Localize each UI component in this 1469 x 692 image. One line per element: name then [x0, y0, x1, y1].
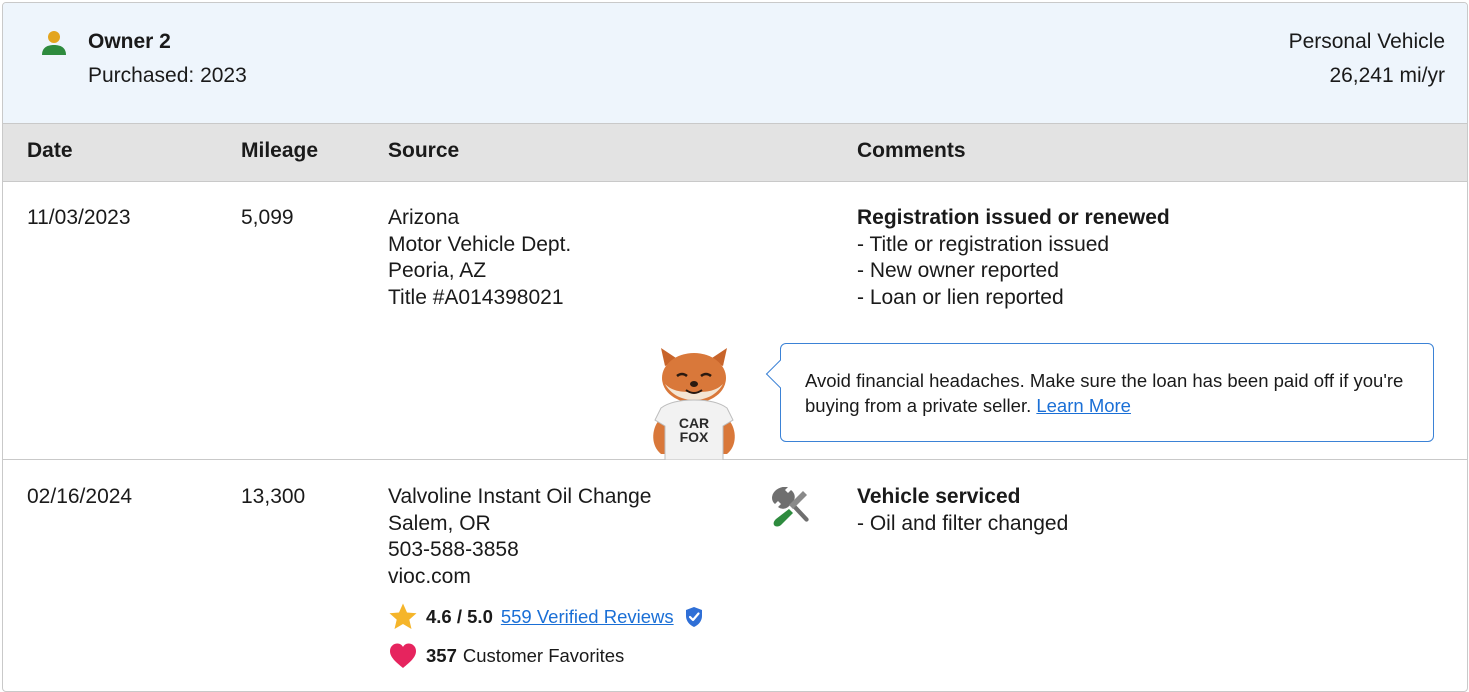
source-line: Motor Vehicle Dept. — [388, 232, 572, 256]
row-mileage: 5,099 — [241, 206, 294, 229]
callout-text: Avoid financial headaches. Make sure the… — [805, 368, 1415, 418]
column-header-source: Source — [388, 139, 460, 162]
owner-header: Owner 2 Purchased: 2023 Personal Vehicle… — [3, 3, 1467, 124]
source-line: 503-588-3858 — [388, 538, 519, 561]
column-header-mileage: Mileage — [241, 139, 319, 162]
source-line: Valvoline Instant Oil Change — [388, 485, 652, 508]
row-comments: Vehicle serviced - Oil and filter change… — [857, 484, 1068, 537]
owner-title: Owner 2 — [88, 30, 171, 53]
rating-row: 4.6 / 5.0 559 Verified Reviews — [388, 603, 704, 631]
favorites-label: Customer Favorites — [462, 645, 625, 666]
rating-value: 4.6 / 5.0 — [426, 606, 493, 627]
star-icon — [389, 603, 417, 629]
heart-icon — [390, 643, 416, 668]
comment-line: - New owner reported — [857, 259, 1059, 282]
favorites-count: 357 — [426, 645, 457, 666]
person-icon — [42, 31, 66, 55]
row-date: 02/16/2024 — [27, 485, 133, 508]
wrench-screwdriver-icon — [772, 487, 809, 527]
ownership-history-panel: Owner 2 Purchased: 2023 Personal Vehicle… — [2, 2, 1468, 692]
favorites-row: 357 Customer Favorites — [388, 642, 624, 670]
row-source: Arizona Motor Vehicle Dept. Peoria, AZ T… — [388, 205, 571, 311]
learn-more-link[interactable]: Learn More — [1036, 395, 1131, 416]
table-header: Date Mileage Source Comments — [3, 124, 1467, 182]
comment-title: Registration issued or renewed — [857, 206, 1170, 229]
column-header-date: Date — [27, 139, 73, 162]
verified-shield-icon — [685, 607, 702, 627]
comment-title: Vehicle serviced — [857, 485, 1021, 508]
vehicle-type: Personal Vehicle — [1288, 30, 1445, 53]
row-source: Valvoline Instant Oil Change Salem, OR 5… — [388, 484, 651, 590]
row-mileage: 13,300 — [241, 485, 306, 508]
owner-purchased-date: Purchased: 2023 — [88, 64, 247, 87]
table-row: 11/03/2023 5,099 Arizona Motor Vehicle D… — [3, 182, 1467, 460]
column-header-comments: Comments — [857, 139, 966, 162]
source-line: Title #A014398021 — [388, 285, 564, 309]
source-line: Peoria, AZ — [388, 259, 487, 282]
loan-tip-callout: Avoid financial headaches. Make sure the… — [765, 343, 1434, 442]
source-line: vioc.com — [388, 564, 471, 588]
comment-line: - Title or registration issued — [857, 232, 1110, 256]
source-line: Salem, OR — [388, 511, 491, 535]
verified-reviews-link[interactable]: 559 Verified Reviews — [501, 606, 674, 628]
annual-mileage: 26,241 mi/yr — [1329, 64, 1445, 87]
row-date: 11/03/2023 — [27, 206, 131, 229]
source-line: Arizona — [388, 206, 460, 229]
row-comments: Registration issued or renewed - Title o… — [857, 205, 1170, 311]
carfox-mascot-icon: CAR FOX — [653, 348, 735, 460]
callout-arrow — [765, 359, 795, 389]
comment-line: - Loan or lien reported — [857, 285, 1064, 309]
carfox-shirt-text: FOX — [680, 429, 709, 445]
table-row: 02/16/2024 13,300 Valvoline Instant Oil … — [3, 461, 1467, 691]
comment-line: - Oil and filter changed — [857, 511, 1069, 535]
